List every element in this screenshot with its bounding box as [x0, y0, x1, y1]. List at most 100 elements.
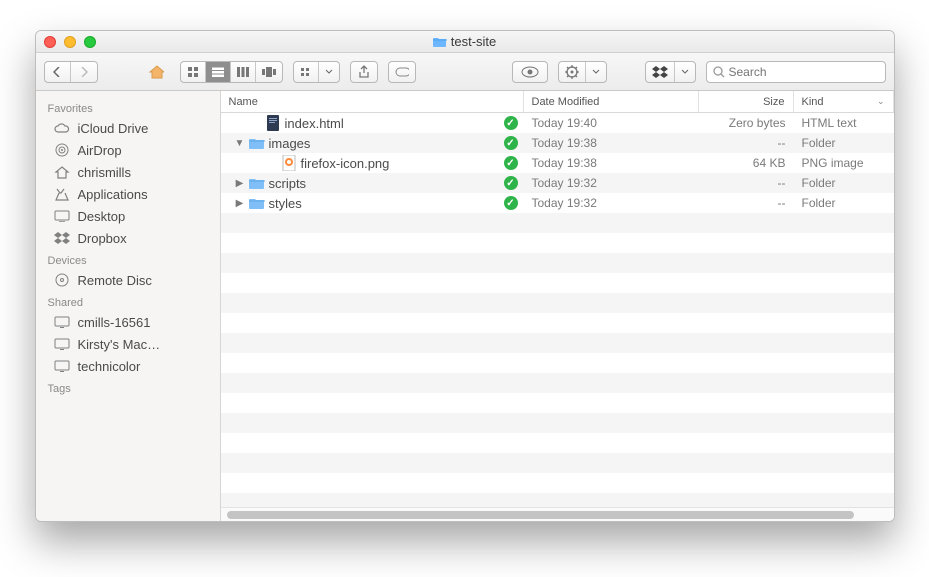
html-file-icon — [265, 115, 281, 131]
sync-status-icon — [504, 136, 518, 150]
file-size: -- — [699, 136, 794, 150]
column-date[interactable]: Date Modified — [524, 91, 699, 112]
sidebar-item-label: Remote Disc — [78, 273, 152, 288]
file-date: Today 19:38 — [524, 136, 699, 150]
sidebar-item-label: Dropbox — [78, 231, 127, 246]
home-button[interactable] — [142, 61, 170, 83]
sidebar-item-label: Applications — [78, 187, 148, 202]
monitor-icon — [54, 336, 70, 352]
sidebar-item[interactable]: technicolor — [36, 355, 220, 377]
folder-file-icon — [249, 195, 265, 211]
view-coverflow-button[interactable] — [256, 62, 282, 82]
zoom-button[interactable] — [84, 36, 96, 48]
cloud-icon — [54, 120, 70, 136]
apps-icon — [54, 186, 70, 202]
png-file-icon — [281, 155, 297, 171]
window-title: test-site — [36, 34, 894, 49]
file-row[interactable]: ▶scriptsToday 19:32--Folder — [221, 173, 894, 193]
sidebar-item[interactable]: Dropbox — [36, 227, 220, 249]
monitor-icon — [54, 358, 70, 374]
close-button[interactable] — [44, 36, 56, 48]
file-name: index.html — [285, 116, 344, 131]
tags-button[interactable] — [388, 61, 416, 83]
sync-status-icon — [504, 156, 518, 170]
action-menu-button[interactable] — [558, 61, 607, 83]
file-row[interactable]: firefox-icon.png Today 19:3864 KBPNG imag… — [221, 153, 894, 173]
sidebar-item-label: technicolor — [78, 359, 141, 374]
search-icon — [713, 66, 725, 78]
sidebar-item-label: AirDrop — [78, 143, 122, 158]
view-list-button[interactable] — [206, 62, 231, 82]
chevron-down-icon — [675, 62, 695, 82]
sidebar-item-label: cmills-16561 — [78, 315, 151, 330]
file-kind: PNG image — [794, 156, 894, 170]
home-icon — [54, 164, 70, 180]
back-button[interactable] — [45, 62, 71, 82]
airdrop-icon — [54, 142, 70, 158]
sidebar-item[interactable]: iCloud Drive — [36, 117, 220, 139]
column-name[interactable]: Name — [221, 91, 524, 112]
folder-icon — [433, 36, 447, 48]
view-columns-button[interactable] — [231, 62, 256, 82]
sidebar-section-label: Tags — [36, 377, 220, 397]
file-date: Today 19:32 — [524, 196, 699, 210]
file-name: scripts — [269, 176, 307, 191]
column-headers: Name Date Modified Size Kind⌄ — [221, 91, 894, 113]
sidebar-item[interactable]: Remote Disc — [36, 269, 220, 291]
sidebar-item[interactable]: cmills-16561 — [36, 311, 220, 333]
sidebar-item[interactable]: chrismills — [36, 161, 220, 183]
disclosure-triangle[interactable]: ▶ — [235, 178, 245, 189]
file-size: 64 KB — [699, 156, 794, 170]
view-icons-button[interactable] — [181, 62, 206, 82]
disc-icon — [54, 272, 70, 288]
sidebar-section-label: Shared — [36, 291, 220, 311]
folder-file-icon — [249, 135, 265, 151]
search-field[interactable] — [706, 61, 886, 83]
file-name: images — [269, 136, 311, 151]
nav-back-forward — [44, 61, 98, 83]
quicklook-button[interactable] — [512, 61, 548, 83]
disclosure-triangle[interactable]: ▶ — [235, 198, 245, 209]
horizontal-scrollbar[interactable] — [221, 507, 894, 521]
file-row[interactable]: index.html Today 19:40Zero bytesHTML text — [221, 113, 894, 133]
share-button[interactable] — [350, 61, 378, 83]
monitor-icon — [54, 314, 70, 330]
forward-button[interactable] — [71, 62, 97, 82]
arrange-menu[interactable] — [293, 61, 340, 83]
file-row[interactable]: ▶ styles Today 19:32--Folder — [221, 193, 894, 213]
sidebar-item[interactable]: Applications — [36, 183, 220, 205]
file-name: firefox-icon.png — [301, 156, 390, 171]
search-input[interactable] — [729, 65, 879, 79]
file-kind: Folder — [794, 196, 894, 210]
sidebar-section-label: Devices — [36, 249, 220, 269]
file-name: styles — [269, 196, 302, 211]
sync-status-icon — [504, 176, 518, 190]
file-size: Zero bytes — [699, 116, 794, 130]
sidebar-item[interactable]: Kirsty's Mac… — [36, 333, 220, 355]
disclosure-triangle[interactable]: ▼ — [235, 138, 245, 149]
file-size: -- — [699, 176, 794, 190]
minimize-button[interactable] — [64, 36, 76, 48]
file-list[interactable]: index.html Today 19:40Zero bytesHTML text… — [221, 113, 894, 507]
column-kind[interactable]: Kind⌄ — [794, 91, 894, 112]
folder-file-icon — [249, 175, 265, 191]
column-size[interactable]: Size — [699, 91, 794, 112]
dropbox-menu-button[interactable] — [645, 61, 696, 83]
scroll-thumb[interactable] — [227, 511, 854, 519]
sidebar-item-label: Desktop — [78, 209, 126, 224]
sidebar-item[interactable]: Desktop — [36, 205, 220, 227]
toolbar — [36, 53, 894, 91]
file-kind: HTML text — [794, 116, 894, 130]
file-date: Today 19:38 — [524, 156, 699, 170]
sidebar-item[interactable]: AirDrop — [36, 139, 220, 161]
file-size: -- — [699, 196, 794, 210]
sidebar-item-label: Kirsty's Mac… — [78, 337, 161, 352]
file-date: Today 19:40 — [524, 116, 699, 130]
finder-window: test-site — [35, 30, 895, 522]
window-body: FavoritesiCloud DriveAirDropchrismillsAp… — [36, 91, 894, 521]
dropbox-icon — [54, 230, 70, 246]
view-switcher — [180, 61, 283, 83]
file-row[interactable]: ▼imagesToday 19:38--Folder — [221, 133, 894, 153]
sync-status-icon — [504, 116, 518, 130]
sync-status-icon — [504, 196, 518, 210]
